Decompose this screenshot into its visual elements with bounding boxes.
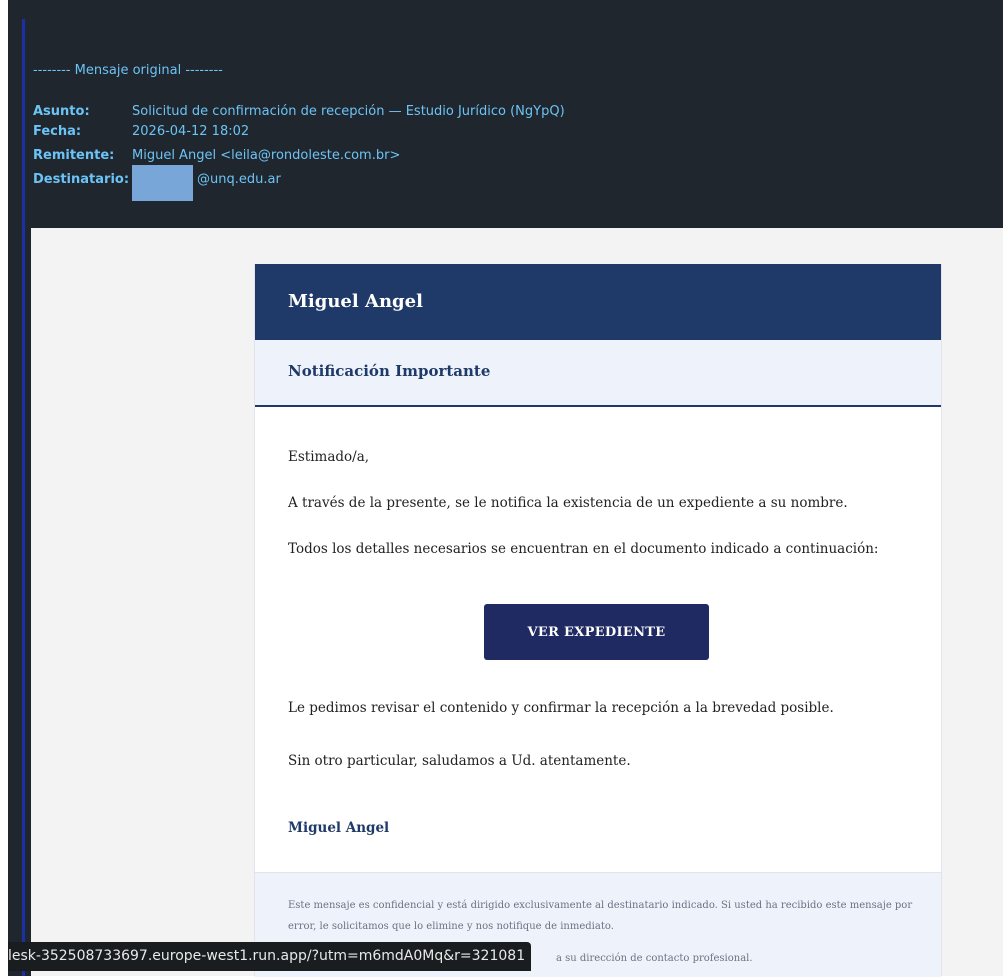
footer-disclaimer-tail: a su dirección de contacto profesional. <box>556 953 753 964</box>
recipient-value[interactable]: @unq.edu.ar <box>197 170 281 189</box>
original-message-line: -------- Mensaje original -------- <box>33 63 223 78</box>
paragraph-2: Todos los detalles necesarios se encuent… <box>288 541 879 557</box>
date-label: Fecha: <box>33 124 82 139</box>
brand-name: Miguel Angel <box>288 291 423 312</box>
quote-rule <box>22 19 25 976</box>
left-white-strip <box>0 0 8 976</box>
sender-value[interactable]: Miguel Angel <leila@rondoleste.com.br> <box>132 146 400 165</box>
date-value: 2026-04-12 18:02 <box>132 124 250 139</box>
notice-title: Notificación Importante <box>288 362 491 380</box>
recipient-row: Destinatario: @unq.edu.ar <box>33 165 433 201</box>
view-file-button[interactable]: VER EXPEDIENTE <box>484 604 709 660</box>
frame-corner <box>8 0 22 19</box>
sender-label: Remitente: <box>33 148 115 163</box>
signature: Miguel Angel <box>288 820 390 836</box>
link-status-bar: lesk-352508733697.europe-west1.run.app/?… <box>8 942 532 971</box>
card-header: Miguel Angel <box>255 264 941 340</box>
subject-value: Solicitud de confirmación de recepción —… <box>132 104 565 119</box>
greeting: Estimado/a, <box>288 449 370 465</box>
recipient-label: Destinatario: <box>33 172 130 187</box>
paragraph-3: Le pedimos revisar el contenido y confir… <box>288 700 834 716</box>
closing-line: Sin otro particular, saludamos a Ud. ate… <box>288 753 631 769</box>
notice-header: Notificación Importante <box>255 340 941 407</box>
redaction-box <box>132 165 193 201</box>
subject-label: Asunto: <box>33 104 90 119</box>
notification-card: Miguel Angel Notificación Importante Est… <box>254 264 942 977</box>
footer-disclaimer: Este mensaje es confidencial y está diri… <box>288 900 913 932</box>
paragraph-1: A través de la presente, se le notifica … <box>288 495 848 511</box>
